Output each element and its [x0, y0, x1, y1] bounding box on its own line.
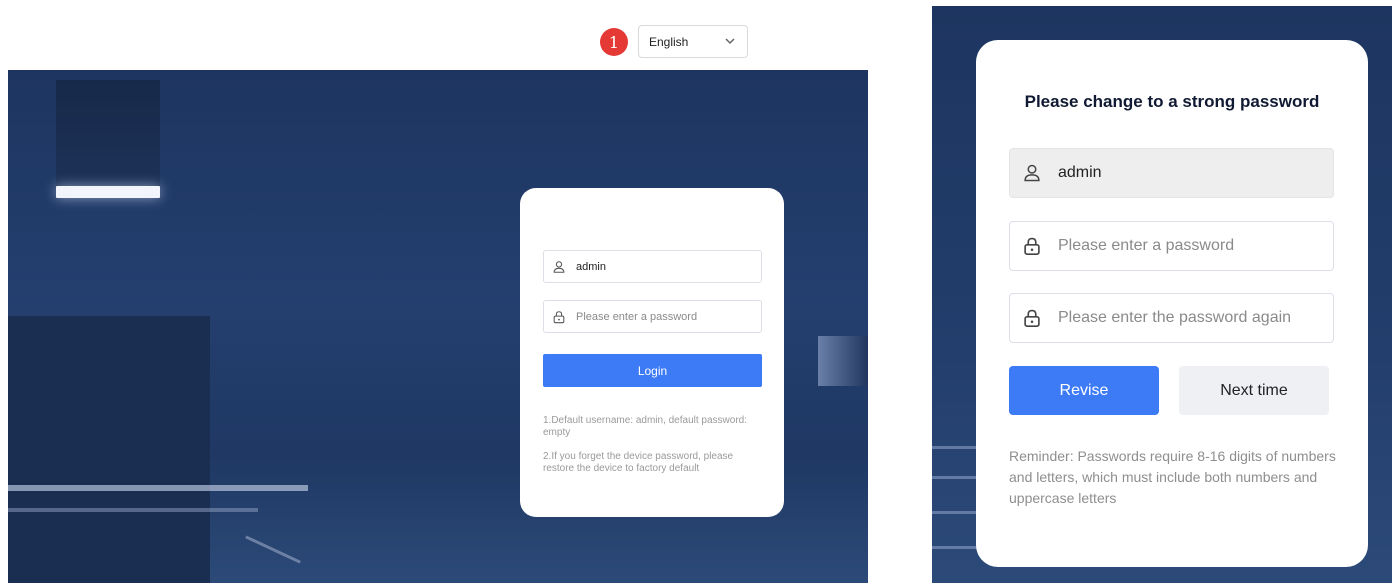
username-value: admin — [576, 260, 606, 273]
login-card: admin Please enter a password Login 1.De… — [520, 188, 784, 517]
lock-icon — [1024, 237, 1040, 255]
default-credentials-note: 1.Default username: admin, default passw… — [543, 415, 747, 438]
username-value: admin — [1058, 164, 1102, 181]
login-button[interactable]: Login — [543, 354, 762, 387]
language-select[interactable]: English — [638, 25, 748, 58]
user-icon — [553, 260, 565, 273]
change-password-title: Please change to a strong password — [1024, 92, 1320, 111]
step-badge: 1 — [600, 28, 628, 56]
background-line — [8, 485, 308, 491]
username-field: admin — [1009, 148, 1334, 198]
lock-icon — [553, 310, 565, 323]
background-light — [56, 186, 160, 198]
chevron-down-icon — [725, 38, 735, 45]
lock-icon — [1024, 309, 1040, 327]
background-shape — [8, 316, 210, 583]
password-reminder: Reminder: Passwords require 8-16 digits … — [1009, 448, 1336, 506]
background-line — [245, 535, 301, 564]
confirm-password-placeholder: Please enter the password again — [1058, 309, 1292, 326]
language-select-value: English — [649, 34, 689, 49]
next-time-button[interactable]: Next time — [1179, 366, 1329, 415]
background-shape — [818, 336, 868, 386]
factory-reset-note: 2.If you forget the device password, ple… — [543, 451, 734, 474]
background-line — [8, 508, 258, 512]
background-shape — [56, 80, 160, 190]
new-password-field[interactable]: Please enter a password — [1009, 221, 1334, 271]
confirm-password-field[interactable]: Please enter the password again — [1009, 293, 1334, 343]
revise-button[interactable]: Revise — [1009, 366, 1159, 415]
user-icon — [1024, 164, 1040, 182]
password-placeholder: Please enter a password — [576, 310, 698, 323]
username-field[interactable]: admin — [543, 250, 762, 283]
top-bar: 1 English — [0, 0, 870, 70]
change-password-card: Please change to a strong password admin… — [976, 40, 1368, 567]
password-field[interactable]: Please enter a password — [543, 300, 762, 333]
new-password-placeholder: Please enter a password — [1058, 237, 1235, 254]
